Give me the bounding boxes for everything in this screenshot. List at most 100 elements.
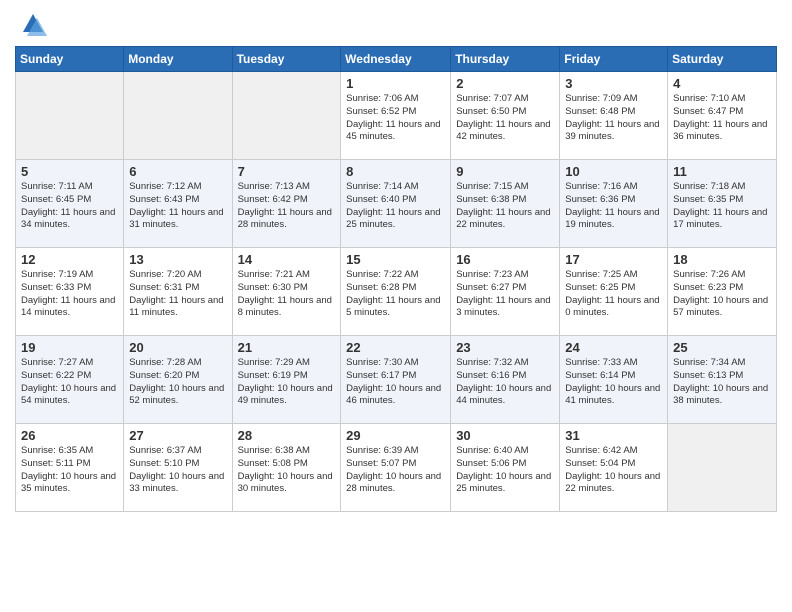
- day-info: Sunrise: 7:32 AM Sunset: 6:16 PM Dayligh…: [456, 357, 554, 408]
- day-info: Sunrise: 7:12 AM Sunset: 6:43 PM Dayligh…: [129, 181, 226, 232]
- day-of-week-header: Sunday: [16, 47, 124, 72]
- day-number: 18: [673, 252, 771, 267]
- day-of-week-header: Monday: [124, 47, 232, 72]
- day-info: Sunrise: 6:38 AM Sunset: 5:08 PM Dayligh…: [238, 445, 336, 496]
- day-info: Sunrise: 7:29 AM Sunset: 6:19 PM Dayligh…: [238, 357, 336, 408]
- calendar-week-row: 26 Sunrise: 6:35 AM Sunset: 5:11 PM Dayli…: [16, 424, 777, 512]
- day-number: 27: [129, 428, 226, 443]
- day-of-week-header: Thursday: [451, 47, 560, 72]
- day-info: Sunrise: 7:34 AM Sunset: 6:13 PM Dayligh…: [673, 357, 771, 408]
- calendar-cell: 22 Sunrise: 7:30 AM Sunset: 6:17 PM Dayli…: [341, 336, 451, 424]
- calendar-header-row: SundayMondayTuesdayWednesdayThursdayFrid…: [16, 47, 777, 72]
- calendar-cell: 30 Sunrise: 6:40 AM Sunset: 5:06 PM Dayli…: [451, 424, 560, 512]
- day-of-week-header: Saturday: [668, 47, 777, 72]
- day-info: Sunrise: 7:30 AM Sunset: 6:17 PM Dayligh…: [346, 357, 445, 408]
- day-number: 5: [21, 164, 118, 179]
- day-info: Sunrise: 7:23 AM Sunset: 6:27 PM Dayligh…: [456, 269, 554, 320]
- day-info: Sunrise: 6:40 AM Sunset: 5:06 PM Dayligh…: [456, 445, 554, 496]
- day-info: Sunrise: 6:37 AM Sunset: 5:10 PM Dayligh…: [129, 445, 226, 496]
- day-info: Sunrise: 7:16 AM Sunset: 6:36 PM Dayligh…: [565, 181, 662, 232]
- header: [15, 10, 777, 38]
- day-info: Sunrise: 7:20 AM Sunset: 6:31 PM Dayligh…: [129, 269, 226, 320]
- calendar-cell: 21 Sunrise: 7:29 AM Sunset: 6:19 PM Dayli…: [232, 336, 341, 424]
- day-info: Sunrise: 7:14 AM Sunset: 6:40 PM Dayligh…: [346, 181, 445, 232]
- day-number: 12: [21, 252, 118, 267]
- day-info: Sunrise: 6:35 AM Sunset: 5:11 PM Dayligh…: [21, 445, 118, 496]
- day-info: Sunrise: 7:15 AM Sunset: 6:38 PM Dayligh…: [456, 181, 554, 232]
- day-info: Sunrise: 7:21 AM Sunset: 6:30 PM Dayligh…: [238, 269, 336, 320]
- calendar-cell: 26 Sunrise: 6:35 AM Sunset: 5:11 PM Dayli…: [16, 424, 124, 512]
- day-info: Sunrise: 7:13 AM Sunset: 6:42 PM Dayligh…: [238, 181, 336, 232]
- calendar-week-row: 1 Sunrise: 7:06 AM Sunset: 6:52 PM Daylig…: [16, 72, 777, 160]
- day-number: 22: [346, 340, 445, 355]
- calendar-cell: [16, 72, 124, 160]
- day-number: 4: [673, 76, 771, 91]
- calendar-cell: 25 Sunrise: 7:34 AM Sunset: 6:13 PM Dayli…: [668, 336, 777, 424]
- calendar-week-row: 12Sunrise: 7:19 AM Sunset: 6:33 PM Dayli…: [16, 248, 777, 336]
- day-number: 7: [238, 164, 336, 179]
- day-number: 26: [21, 428, 118, 443]
- calendar-cell: 10 Sunrise: 7:16 AM Sunset: 6:36 PM Dayli…: [560, 160, 668, 248]
- page: SundayMondayTuesdayWednesdayThursdayFrid…: [0, 0, 792, 612]
- day-info: Sunrise: 6:39 AM Sunset: 5:07 PM Dayligh…: [346, 445, 445, 496]
- day-of-week-header: Tuesday: [232, 47, 341, 72]
- calendar-cell: 1 Sunrise: 7:06 AM Sunset: 6:52 PM Daylig…: [341, 72, 451, 160]
- day-number: 6: [129, 164, 226, 179]
- calendar-cell: 3 Sunrise: 7:09 AM Sunset: 6:48 PM Daylig…: [560, 72, 668, 160]
- day-number: 3: [565, 76, 662, 91]
- day-number: 9: [456, 164, 554, 179]
- calendar-cell: 18 Sunrise: 7:26 AM Sunset: 6:23 PM Dayli…: [668, 248, 777, 336]
- calendar-cell: 14 Sunrise: 7:21 AM Sunset: 6:30 PM Dayli…: [232, 248, 341, 336]
- calendar-cell: 8Sunrise: 7:14 AM Sunset: 6:40 PM Daylig…: [341, 160, 451, 248]
- day-of-week-header: Wednesday: [341, 47, 451, 72]
- calendar-week-row: 5 Sunrise: 7:11 AM Sunset: 6:45 PM Daylig…: [16, 160, 777, 248]
- calendar-cell: 13 Sunrise: 7:20 AM Sunset: 6:31 PM Dayli…: [124, 248, 232, 336]
- day-info: Sunrise: 7:06 AM Sunset: 6:52 PM Dayligh…: [346, 93, 445, 144]
- day-number: 14: [238, 252, 336, 267]
- day-number: 1: [346, 76, 445, 91]
- day-number: 31: [565, 428, 662, 443]
- day-info: Sunrise: 7:25 AM Sunset: 6:25 PM Dayligh…: [565, 269, 662, 320]
- day-number: 25: [673, 340, 771, 355]
- day-number: 28: [238, 428, 336, 443]
- calendar-cell: 12Sunrise: 7:19 AM Sunset: 6:33 PM Dayli…: [16, 248, 124, 336]
- day-info: Sunrise: 7:33 AM Sunset: 6:14 PM Dayligh…: [565, 357, 662, 408]
- day-info: Sunrise: 7:18 AM Sunset: 6:35 PM Dayligh…: [673, 181, 771, 232]
- calendar-cell: 16 Sunrise: 7:23 AM Sunset: 6:27 PM Dayli…: [451, 248, 560, 336]
- day-number: 2: [456, 76, 554, 91]
- day-number: 16: [456, 252, 554, 267]
- day-number: 30: [456, 428, 554, 443]
- calendar-week-row: 19Sunrise: 7:27 AM Sunset: 6:22 PM Dayli…: [16, 336, 777, 424]
- day-number: 13: [129, 252, 226, 267]
- calendar-cell: [668, 424, 777, 512]
- day-number: 21: [238, 340, 336, 355]
- day-number: 10: [565, 164, 662, 179]
- day-number: 20: [129, 340, 226, 355]
- calendar-cell: 31 Sunrise: 6:42 AM Sunset: 5:04 PM Dayli…: [560, 424, 668, 512]
- day-info: Sunrise: 6:42 AM Sunset: 5:04 PM Dayligh…: [565, 445, 662, 496]
- calendar-cell: 15Sunrise: 7:22 AM Sunset: 6:28 PM Dayli…: [341, 248, 451, 336]
- day-number: 19: [21, 340, 118, 355]
- calendar-cell: 6 Sunrise: 7:12 AM Sunset: 6:43 PM Daylig…: [124, 160, 232, 248]
- calendar-cell: [124, 72, 232, 160]
- day-number: 17: [565, 252, 662, 267]
- day-info: Sunrise: 7:22 AM Sunset: 6:28 PM Dayligh…: [346, 269, 445, 320]
- calendar-cell: 17 Sunrise: 7:25 AM Sunset: 6:25 PM Dayli…: [560, 248, 668, 336]
- day-info: Sunrise: 7:11 AM Sunset: 6:45 PM Dayligh…: [21, 181, 118, 232]
- calendar-cell: 7 Sunrise: 7:13 AM Sunset: 6:42 PM Daylig…: [232, 160, 341, 248]
- day-number: 23: [456, 340, 554, 355]
- calendar-cell: 4 Sunrise: 7:10 AM Sunset: 6:47 PM Daylig…: [668, 72, 777, 160]
- day-info: Sunrise: 7:10 AM Sunset: 6:47 PM Dayligh…: [673, 93, 771, 144]
- day-info: Sunrise: 7:28 AM Sunset: 6:20 PM Dayligh…: [129, 357, 226, 408]
- calendar-cell: 11Sunrise: 7:18 AM Sunset: 6:35 PM Dayli…: [668, 160, 777, 248]
- logo: [15, 14, 47, 38]
- calendar-cell: 28 Sunrise: 6:38 AM Sunset: 5:08 PM Dayli…: [232, 424, 341, 512]
- day-info: Sunrise: 7:09 AM Sunset: 6:48 PM Dayligh…: [565, 93, 662, 144]
- day-number: 29: [346, 428, 445, 443]
- calendar-cell: 20 Sunrise: 7:28 AM Sunset: 6:20 PM Dayli…: [124, 336, 232, 424]
- calendar-cell: 27 Sunrise: 6:37 AM Sunset: 5:10 PM Dayli…: [124, 424, 232, 512]
- calendar-cell: 24Sunrise: 7:33 AM Sunset: 6:14 PM Dayli…: [560, 336, 668, 424]
- calendar-cell: [232, 72, 341, 160]
- logo-icon: [19, 10, 47, 38]
- day-info: Sunrise: 7:26 AM Sunset: 6:23 PM Dayligh…: [673, 269, 771, 320]
